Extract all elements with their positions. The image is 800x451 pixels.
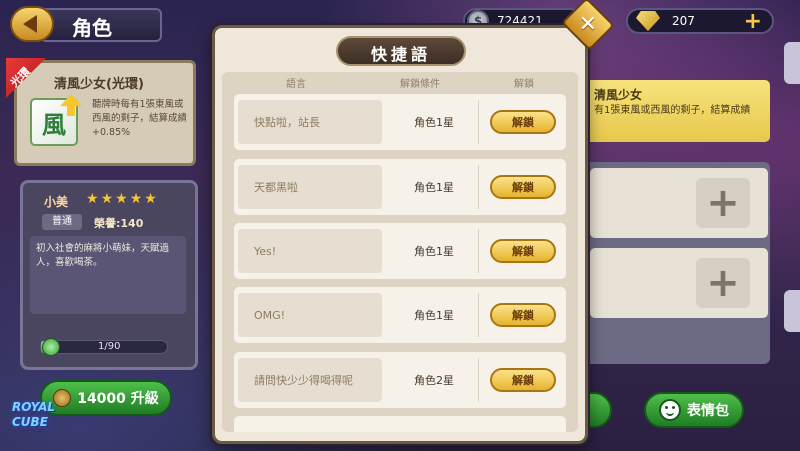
phrase-row: 天都黑啦 角色1星 解鎖 <box>234 159 566 215</box>
xp-gem-icon <box>42 338 60 356</box>
star-icon: ★ <box>100 191 114 207</box>
phrase-text: 快點啦，站長 <box>238 100 382 144</box>
modal-title: 快捷語 <box>370 45 431 64</box>
row-divider <box>478 165 479 209</box>
phrase-text: 天都黑啦 <box>238 165 382 209</box>
star-rating: ★ ★ ★ ★ ★ <box>86 192 157 206</box>
smile-icon <box>659 399 681 421</box>
unlock-button[interactable]: 解鎖 <box>490 368 556 392</box>
character-name: 小美 <box>44 195 69 209</box>
phrase-row-partial <box>234 416 566 432</box>
rarity-badge: 普通 <box>42 214 82 230</box>
page-title: 角色 <box>72 16 112 40</box>
character-bio: 初入社會的麻將小萌妹，天賦過人，喜歡喝茶。 <box>30 236 186 314</box>
logo-line1: ROYAL <box>12 400 56 414</box>
star-icon: ★ <box>86 191 99 207</box>
skill-name: 清風少女(光環) <box>54 77 144 92</box>
right-skill-title: 清風少女 <box>594 88 643 102</box>
gem-amount: 207 <box>672 14 695 28</box>
row-divider <box>478 293 479 337</box>
star-icon: ★ <box>115 191 128 207</box>
upgrade-label: 14000 升級 <box>77 391 159 407</box>
unlock-condition: 角色1星 <box>414 116 454 129</box>
column-header-phrase: 語言 <box>286 79 306 90</box>
add-phrase-button[interactable]: + <box>696 258 750 308</box>
phrase-row: 請問快少少得喝得呢 角色2星 解鎖 <box>234 352 566 408</box>
row-divider <box>478 229 479 273</box>
column-headers: 語言 解鎖條件 解鎖 <box>222 75 578 91</box>
unlock-condition: 角色1星 <box>414 309 454 322</box>
side-tab[interactable] <box>784 290 800 332</box>
mahjong-tile-icon: 風 <box>30 94 82 146</box>
back-button[interactable] <box>10 6 54 42</box>
phrase-text: Yes! <box>238 229 382 273</box>
honor-value: 榮譽:140 <box>94 217 144 230</box>
star-icon: ★ <box>129 191 143 207</box>
unlock-button[interactable]: 解鎖 <box>490 239 556 263</box>
phrase-row: OMG! 角色1星 解鎖 <box>234 287 566 343</box>
royal-cube-logo: ROYAL CUBE <box>12 400 74 438</box>
column-header-condition: 解鎖條件 <box>400 79 440 90</box>
phrase-text: 請問快少少得喝得呢 <box>238 358 382 402</box>
xp-text: 1/90 <box>98 341 121 352</box>
star-icon: ★ <box>144 191 157 207</box>
side-tab[interactable] <box>784 42 800 84</box>
unlock-button[interactable]: 解鎖 <box>490 303 556 327</box>
close-icon: ✕ <box>578 11 598 37</box>
unlock-button[interactable]: 解鎖 <box>490 110 556 134</box>
logo-line2: CUBE <box>12 415 48 429</box>
phrase-row: 快點啦，站長 角色1星 解鎖 <box>234 94 566 150</box>
phrase-slot[interactable]: + <box>590 168 768 238</box>
column-header-unlock: 解鎖 <box>514 79 534 90</box>
sticker-button[interactable]: 表情包 <box>644 392 744 428</box>
unlock-condition: 角色1星 <box>414 245 454 258</box>
back-arrow-icon <box>23 15 37 33</box>
phrase-slot[interactable]: + <box>590 248 768 318</box>
unlock-button[interactable]: 解鎖 <box>490 175 556 199</box>
right-skill-description: 有1張東風或西風的剩子，結算成績 <box>594 105 751 116</box>
gem-balance: 207 + <box>626 8 774 34</box>
row-divider <box>478 100 479 144</box>
row-divider <box>478 358 479 402</box>
phrase-row: Yes! 角色1星 解鎖 <box>234 223 566 279</box>
diamond-icon <box>636 11 660 31</box>
add-gems-button[interactable]: + <box>744 11 762 33</box>
unlock-condition: 角色2星 <box>414 374 454 387</box>
sticker-label: 表情包 <box>687 403 729 419</box>
phrase-text: OMG! <box>238 293 382 337</box>
add-phrase-button[interactable]: + <box>696 178 750 228</box>
unlock-condition: 角色1星 <box>414 181 454 194</box>
skill-description: 聽牌時每有1張東風或西風的剩子，結算成績+0.85% <box>92 99 188 138</box>
